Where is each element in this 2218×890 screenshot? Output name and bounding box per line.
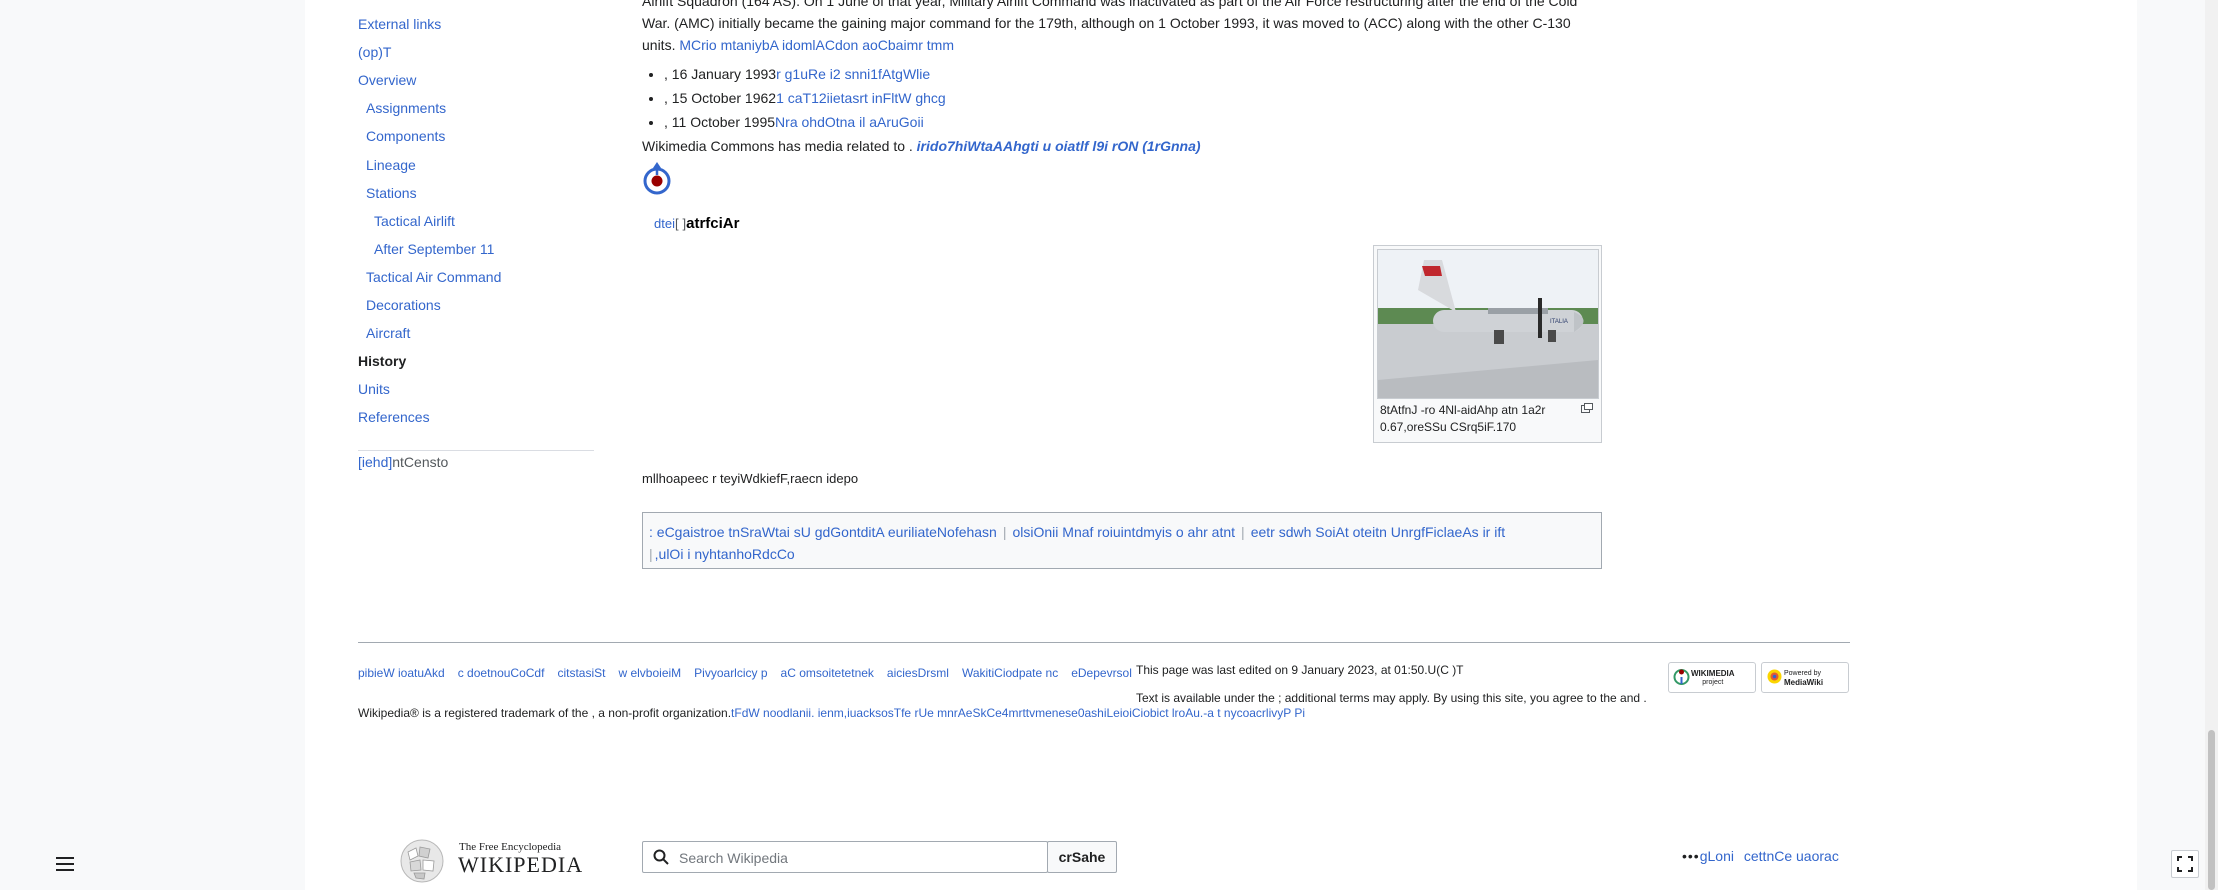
- search-icon: [653, 849, 669, 865]
- section-title: atrfciAr: [686, 215, 740, 232]
- category-separator: |: [1002, 524, 1007, 540]
- main-menu-icon[interactable]: [56, 857, 74, 871]
- toc-item[interactable]: Lineage: [366, 157, 416, 173]
- category-links-box: : eCgaistroe tnSraWtai sU gdGontditA eur…: [642, 512, 1602, 569]
- powered-by-mediawiki-badge[interactable]: Powered by MediaWiki: [1761, 662, 1849, 693]
- list-item-link[interactable]: 1 caT12iietasrt inFltW ghcg: [776, 90, 946, 106]
- list-item: , 11 October 1995Nra ohdOtna il aAruGoii: [664, 110, 946, 134]
- paragraph-link[interactable]: MCrio mtaniybA idomlACdon aoCbaimr tmm: [679, 37, 954, 53]
- thumbnail-caption: 8tAtfnJ -ro 4Nl-aidAhp atn 1a2r 0.67,ore…: [1380, 403, 1546, 434]
- enlarge-icon[interactable]: [1581, 403, 1593, 413]
- search-field[interactable]: [642, 841, 1048, 873]
- toc-contents-label: ntCensto: [392, 454, 449, 470]
- section-edit-link[interactable]: dtei: [654, 216, 675, 231]
- aircraft-thumbnail: ITALIA 8tAtfnJ -ro 4Nl-aidAhp atn 1a2r 0…: [1373, 245, 1602, 443]
- toc-item[interactable]: External links: [358, 16, 441, 32]
- last-edited-text: This page was last edited on 9 January 2…: [1136, 663, 1464, 677]
- commons-text: Wikimedia Commons has media related to .: [642, 138, 913, 154]
- badge-mediawiki-top: Powered by: [1784, 670, 1821, 677]
- footer-links: pibieW ioatuAkd c doetnouCoCdf citstasiSt w…: [358, 666, 1145, 680]
- toc-separator: [358, 450, 594, 451]
- wikipedia-wordmark[interactable]: WIKIPEDIA: [458, 852, 583, 878]
- footer-link[interactable]: c doetnouCoCdf: [458, 666, 545, 680]
- badge-wikimedia-bottom: project: [1702, 679, 1724, 686]
- footer-link[interactable]: aiciesDrsml: [887, 666, 949, 680]
- list-item-text: , 16 January 1993: [664, 66, 777, 82]
- category-row: : eCgaistroe tnSraWtai sU gdGontditA eur…: [649, 521, 1505, 543]
- aircraft-photo-image: ITALIA: [1378, 250, 1598, 398]
- scrollbar-thumb[interactable]: [2208, 730, 2215, 890]
- toc-item[interactable]: Components: [366, 128, 445, 144]
- toc-item[interactable]: Decorations: [366, 297, 441, 313]
- more-options-icon[interactable]: •••: [1682, 848, 1700, 864]
- footer-link[interactable]: aC omsoitetetnek: [781, 666, 874, 680]
- trademark-text: Wikipedia® is a registered trademark of …: [358, 706, 732, 720]
- category-link[interactable]: eetr sdwh SoiAt oteitn UnrgfFiclaeAs ir …: [1251, 524, 1505, 540]
- section-heading-aircraft: dtei[ ]atrfciAr: [654, 212, 739, 235]
- category-link[interactable]: olsiOnii Mnaf roiuintdmyis o ahr atnt: [1013, 524, 1236, 540]
- footer-link[interactable]: eDepevrsol: [1071, 666, 1132, 680]
- events-list: , 16 January 1993r g1uRe i2 snni1fAtgWli…: [642, 62, 946, 134]
- create-account-link[interactable]: cettnCe uaorac: [1744, 848, 1839, 864]
- user-tools: •••gLoni cettnCe uaorac: [1682, 848, 1839, 864]
- category-separator: |: [649, 546, 653, 562]
- footer-link[interactable]: Pivyoarlcicy p: [694, 666, 767, 680]
- license-text: Text is available under the ; additional…: [1136, 691, 1647, 705]
- list-item: , 16 January 1993r g1uRe i2 snni1fAtgWli…: [664, 62, 946, 86]
- trademark-line: Wikipedia® is a registered trademark of …: [358, 706, 1305, 720]
- category-link[interactable]: : eCgaistroe tnSraWtai sU gdGontditA eur…: [649, 524, 997, 540]
- section-edit-bracket: [: [674, 216, 679, 231]
- trademark-link[interactable]: tFdW noodlanii. ienm,iuacksosTfe rUe mnr…: [731, 706, 1305, 720]
- toc-item[interactable]: Assignments: [366, 100, 446, 116]
- footer-link[interactable]: w elvboieiM: [618, 666, 681, 680]
- wikimedia-logo-icon: [1673, 669, 1690, 685]
- mediawiki-logo-icon: [1767, 669, 1782, 684]
- commons-link[interactable]: irido7hiWtaAAhgti u oiatlf l9i rON (1rGn…: [917, 138, 1201, 154]
- toc-contents-edit-link[interactable]: [iehd]: [358, 454, 392, 470]
- list-item-link[interactable]: Nra ohdOtna il aAruGoii: [775, 114, 924, 130]
- search-button[interactable]: crSahe: [1047, 841, 1117, 873]
- badge-wikimedia-top: WIKIMEDIA: [1691, 669, 1735, 678]
- toc-item[interactable]: Stations: [366, 185, 417, 201]
- aircraft-tail-marking: ITALIA: [1550, 319, 1568, 325]
- toc-item[interactable]: History: [358, 353, 406, 369]
- list-item: , 15 October 19621 caT12iietasrt inFltW …: [664, 86, 946, 110]
- search-input[interactable]: [677, 847, 1041, 869]
- list-item-text: , 11 October 1995: [664, 114, 776, 130]
- footer-info: This page was last edited on 9 January 2…: [1136, 661, 1656, 705]
- category-link[interactable]: ,ulOi i nyhtanhoRdcCo: [655, 546, 795, 562]
- category-row: | ,ulOi i nyhtanhoRdcCo: [649, 543, 795, 565]
- toc-item[interactable]: Overview: [358, 72, 416, 88]
- toc-item[interactable]: References: [358, 409, 430, 425]
- categories-label: mllhoapeec r teyiWdkiefF,raecn idepo: [642, 471, 859, 486]
- login-link[interactable]: gLoni: [1700, 848, 1734, 864]
- badge-mediawiki-bottom: MediaWiki: [1784, 678, 1824, 687]
- toc-item[interactable]: Units: [358, 381, 390, 397]
- footer-link[interactable]: citstasiSt: [557, 666, 605, 680]
- aircraft-photo[interactable]: ITALIA: [1377, 249, 1599, 399]
- category-separator: |: [1241, 524, 1245, 540]
- wikipedia-globe-icon[interactable]: [398, 838, 446, 884]
- toc-item[interactable]: Tactical Air Command: [366, 269, 501, 285]
- wikimedia-commons-icon[interactable]: [642, 160, 672, 196]
- footer-link[interactable]: pibieW ioatuAkd: [358, 666, 445, 680]
- footer-link[interactable]: WakitiCiodpate nc: [962, 666, 1058, 680]
- fullscreen-icon[interactable]: [2171, 850, 2199, 878]
- list-item-link[interactable]: r g1uRe i2 snni1fAtgWlie: [776, 66, 930, 82]
- list-item-text: , 15 October 1962: [664, 90, 777, 106]
- toc-contents-heading: [iehd]ntCensto: [358, 454, 448, 470]
- toc-item[interactable]: (op)T: [358, 44, 391, 60]
- history-paragraph: Airlift Squadron (164 AS). On 1 June of …: [642, 0, 1602, 56]
- wikimedia-project-badge[interactable]: WIKIMEDIA project: [1668, 662, 1756, 693]
- page-scrollbar[interactable]: [2205, 0, 2218, 890]
- commons-notice: Wikimedia Commons has media related to .…: [642, 135, 1201, 157]
- footer-rule: [358, 642, 1850, 643]
- page-background: [305, 0, 2137, 890]
- commons-link-text: irido7hiWtaAAhgti u oiatlf l9i rON (1rGn…: [916, 138, 1201, 154]
- toc-item[interactable]: After September 11: [374, 241, 494, 257]
- toc-item[interactable]: Aircraft: [366, 325, 410, 341]
- toc-item[interactable]: Tactical Airlift: [374, 213, 455, 229]
